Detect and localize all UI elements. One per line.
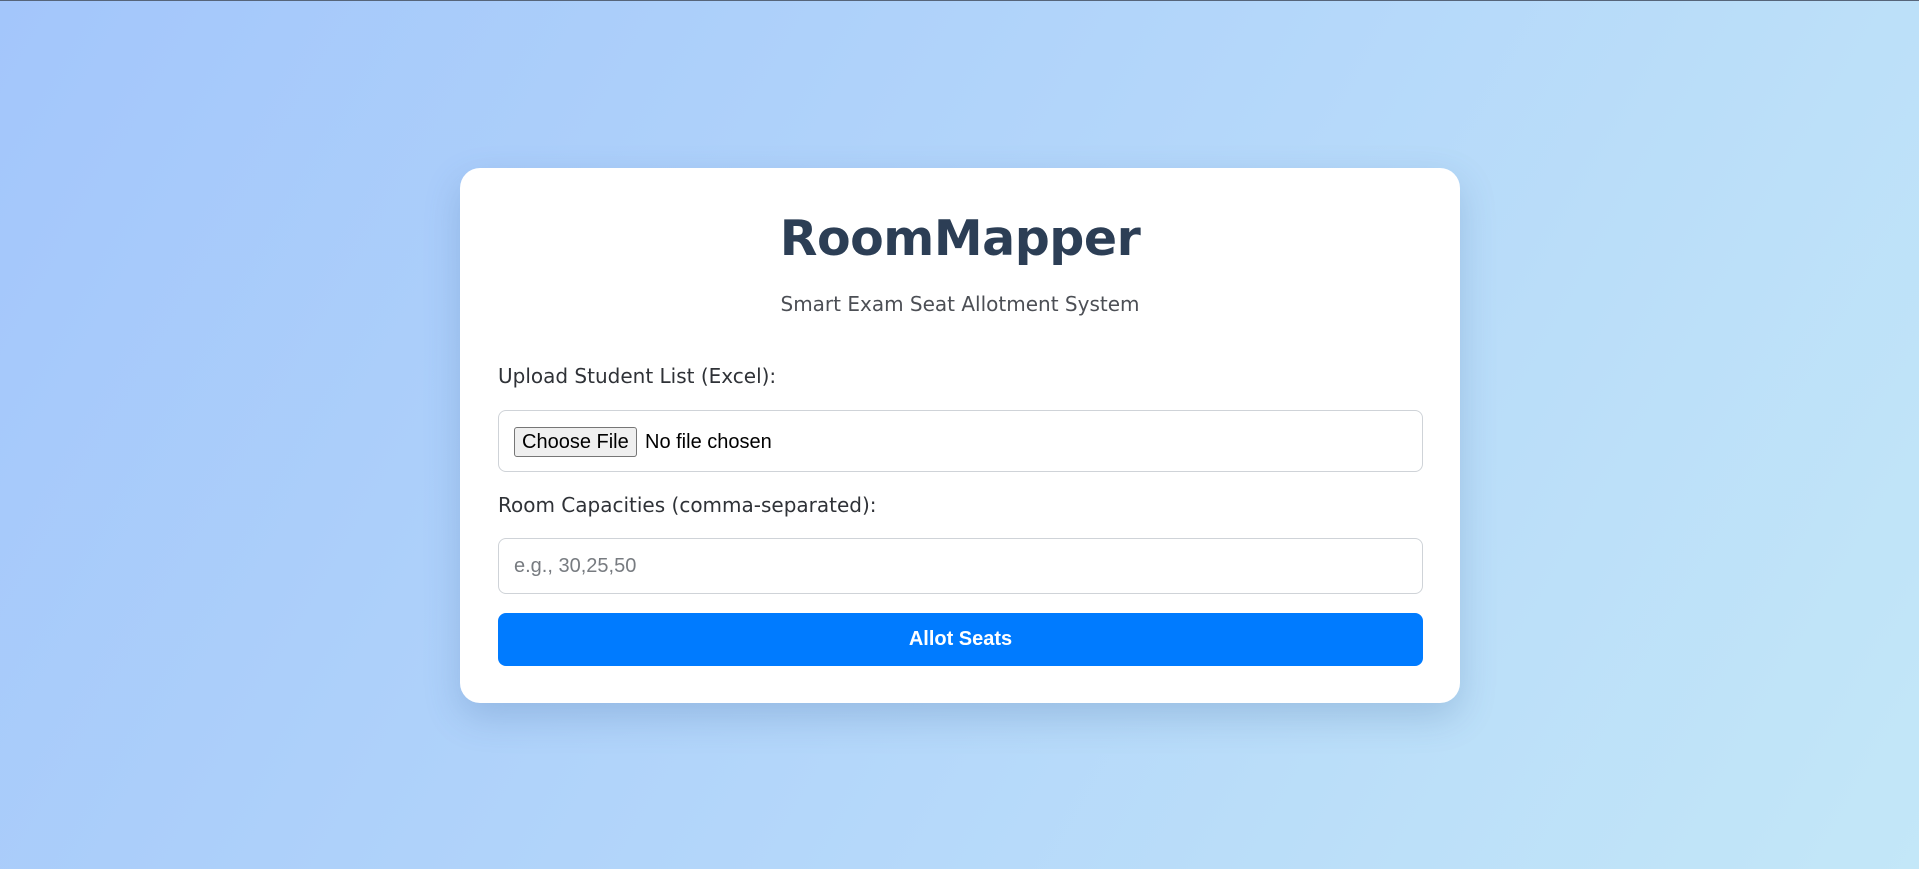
room-capacities-input[interactable] [498, 538, 1423, 594]
app-subtitle: Smart Exam Seat Allotment System [780, 292, 1140, 316]
top-border-line [0, 0, 1919, 1]
file-status-text: No file chosen [645, 431, 772, 453]
app-title: RoomMapper [779, 210, 1141, 267]
file-upload-field[interactable]: Choose File No file chosen [498, 410, 1423, 472]
allot-seats-button[interactable]: Allot Seats [498, 613, 1423, 666]
allotment-card: RoomMapper Smart Exam Seat Allotment Sys… [460, 168, 1460, 703]
room-capacities-label: Room Capacities (comma-separated): [498, 493, 877, 517]
choose-file-button[interactable]: Choose File [514, 427, 637, 457]
upload-label: Upload Student List (Excel): [498, 364, 777, 388]
